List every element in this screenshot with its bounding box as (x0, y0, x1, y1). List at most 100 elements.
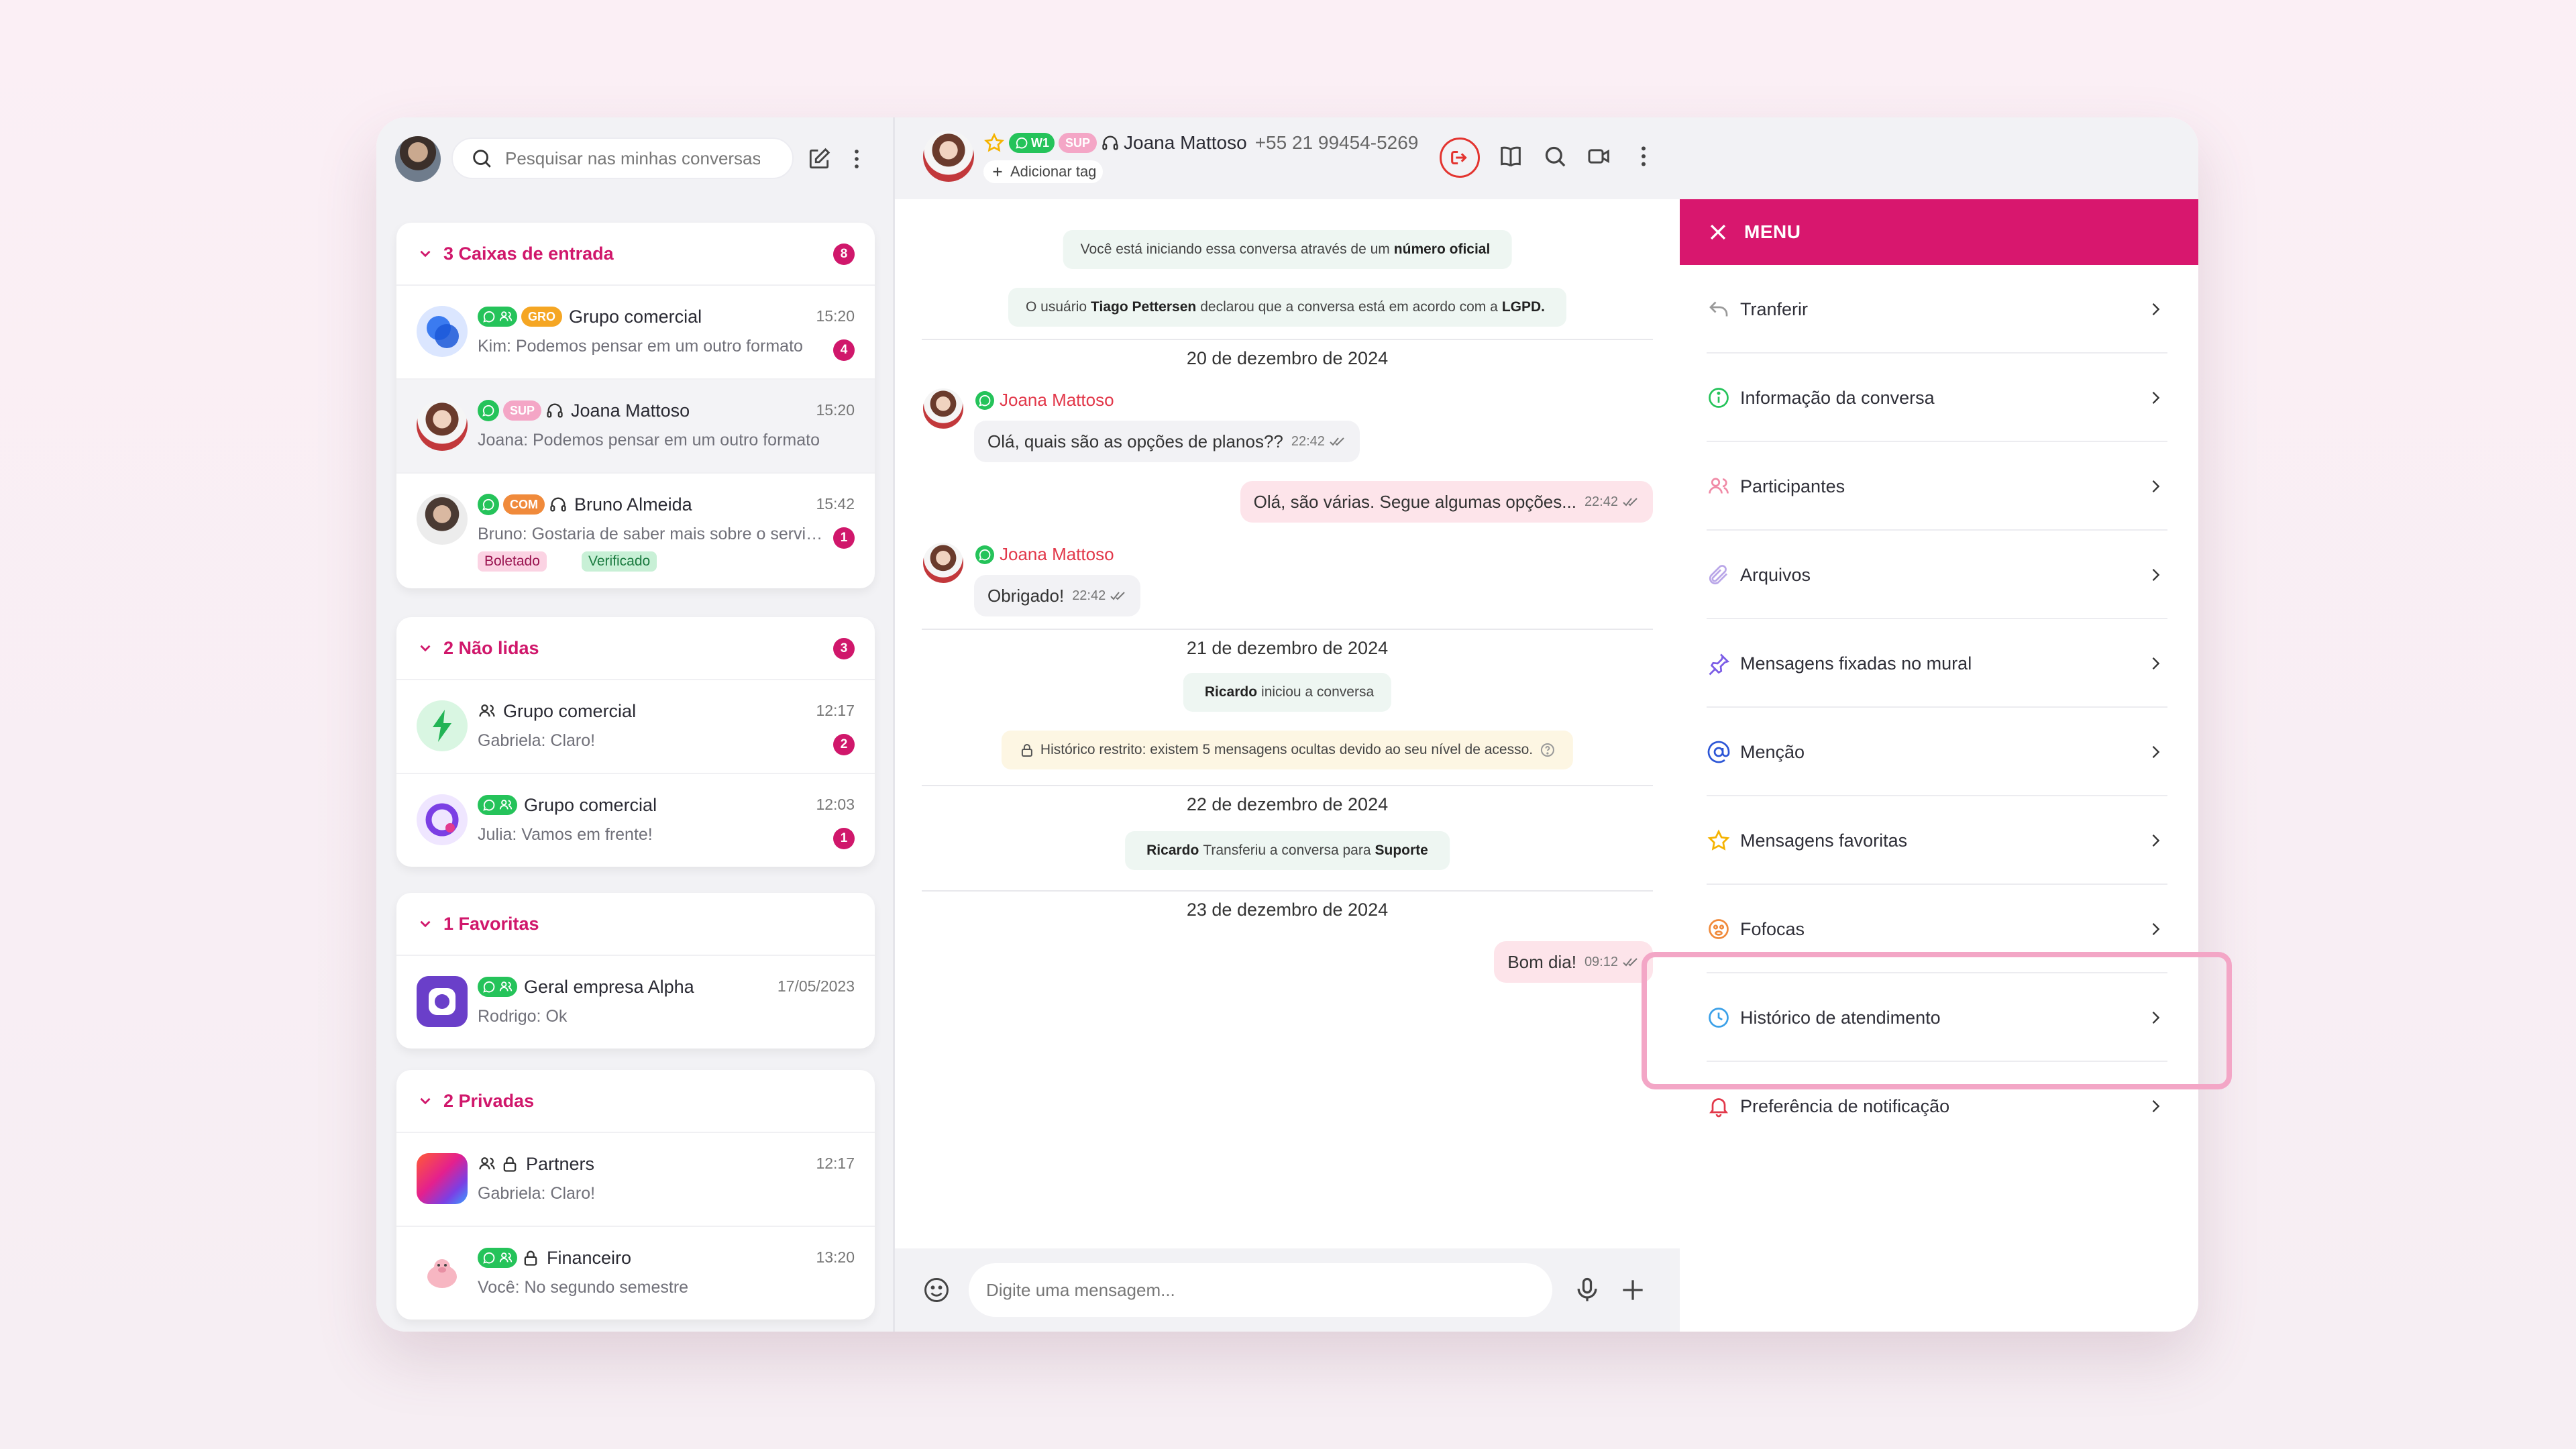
tag-badge: GRO (521, 307, 563, 327)
conversation-item[interactable]: Geral empresa Alpha 17/05/2023 Rodrigo: … (396, 955, 875, 1049)
conversation-item[interactable]: COM Bruno Almeida 15:42 Bruno: Gostaria … (396, 472, 875, 588)
group-nao-lidas: 2 Não lidas 3 Grupo comercial 12:17 Gabr… (396, 617, 875, 867)
add-tag-label: Adicionar tag (1010, 163, 1097, 180)
group-caixas-de-entrada: 3 Caixas de entrada 8 GRO Grupo comercia… (396, 223, 875, 588)
menu-item-mencao[interactable]: Menção (1680, 708, 2198, 796)
conversation-name: Geral empresa Alpha (524, 976, 694, 997)
conversation-item-selected[interactable]: SUP Joana Mattoso 15:20 Joana: Podemos p… (396, 378, 875, 472)
close-icon[interactable] (1707, 221, 1729, 244)
whatsapp-badge (478, 494, 499, 515)
message-text: Olá, são várias. Segue algumas opções... (1253, 491, 1576, 512)
system-message: O usuário Tiago Pettersen declarou que a c… (1008, 288, 1566, 327)
message-time: 22:42 (1291, 433, 1325, 449)
group-avatar (417, 794, 468, 845)
video-icon[interactable] (1586, 143, 1613, 173)
people-icon (1707, 474, 1731, 498)
conversation-title-row: GRO Grupo comercial 15:20 (478, 305, 855, 329)
emoji-icon[interactable] (922, 1275, 951, 1305)
menu-item-preferencia-notificacao[interactable]: Preferência de notificação (1680, 1062, 2198, 1150)
system-text-bold: LGPD. (1501, 299, 1545, 315)
help-icon[interactable] (1540, 742, 1556, 758)
conversation-preview: Gabriela: Claro! (478, 1184, 596, 1203)
double-check-icon (1623, 958, 1638, 967)
lock-icon (500, 1155, 519, 1173)
system-text-bold: Tiago Pettersen (1091, 299, 1197, 315)
add-tag-button[interactable]: Adicionar tag (983, 160, 1104, 183)
whatsapp-icon (483, 981, 495, 993)
whatsapp-icon (483, 1252, 495, 1264)
group-header[interactable]: 3 Caixas de entrada 8 (396, 223, 875, 284)
conversation-preview: Rodrigo: Ok (478, 1007, 568, 1026)
star-icon[interactable] (983, 132, 1005, 154)
conversation-item[interactable]: Partners 12:17 Gabriela: Claro! (396, 1132, 875, 1226)
chevron-down-icon (420, 1097, 431, 1105)
conversation-item[interactable]: Grupo comercial 12:17 Gabriela: Claro! 2 (396, 679, 875, 773)
menu-header: MENU (1680, 199, 2198, 265)
menu-item-mensagens-favoritas[interactable]: Mensagens favoritas (1680, 796, 2198, 885)
chat-panel: W1 SUP Joana Mattoso +55 21 99454-5269 A… (895, 117, 1680, 1332)
channel-label: W1 (1031, 136, 1049, 150)
message-bubble-outgoing[interactable]: Bom dia! 09:12 (1494, 941, 1653, 983)
menu-item-historico-de-atendimento[interactable]: Histórico de atendimento (1680, 973, 2198, 1062)
menu-item-arquivos[interactable]: Arquivos (1680, 531, 2198, 619)
user-avatar[interactable] (395, 136, 441, 182)
menu-item-participantes[interactable]: Participantes (1680, 442, 2198, 531)
restricted-history-notice: Histórico restrito: existem 5 mensagens … (1001, 731, 1574, 769)
conversation-title-row: Partners 12:17 (478, 1152, 855, 1176)
people-icon (478, 702, 496, 720)
headset-icon (545, 401, 564, 420)
system-text: O usuário (1026, 299, 1087, 315)
chat-actions (1440, 138, 1657, 178)
conversation-preview: Bruno: Gostaria de saber mais sobre o se… (478, 525, 823, 543)
plus-icon (993, 167, 1002, 176)
divider (922, 339, 1653, 340)
whatsapp-icon (979, 549, 991, 561)
headset-icon (1101, 133, 1120, 152)
group-header[interactable]: 1 Favoritas (396, 893, 875, 955)
conversation-item[interactable]: GRO Grupo comercial 15:20 Kim: Podemos p… (396, 284, 875, 378)
conversation-time: 12:17 (816, 1155, 855, 1172)
plus-icon[interactable] (1618, 1275, 1648, 1305)
conversation-time: 13:20 (816, 1248, 855, 1266)
more-vertical-icon[interactable] (842, 144, 871, 174)
app-window: 3 Caixas de entrada 8 GRO Grupo comercia… (376, 117, 2198, 1332)
menu-item-transferir[interactable]: Tranferir (1680, 265, 2198, 354)
microphone-icon[interactable] (1572, 1275, 1602, 1305)
reply-icon (1707, 297, 1731, 321)
search-input[interactable] (505, 148, 760, 169)
search-box[interactable] (451, 138, 794, 179)
count-badge: 8 (833, 244, 855, 265)
date-separator: 22 de dezembro de 2024 (1186, 794, 1389, 814)
group-avatar (417, 976, 468, 1027)
message-text: Olá, quais são as opções de planos?? (987, 431, 1283, 451)
date-separator: 21 de dezembro de 2024 (1186, 638, 1389, 658)
compose-icon[interactable] (804, 144, 834, 174)
message-bubble-incoming[interactable]: Olá, quais são as opções de planos?? 22:… (974, 421, 1360, 462)
menu-item-fofocas[interactable]: Fofocas (1680, 885, 2198, 973)
menu-item-label: Menção (1740, 741, 1805, 762)
book-icon[interactable] (1497, 143, 1524, 173)
tag-badge: SUP (503, 400, 542, 421)
group-header[interactable]: 2 Não lidas 3 (396, 617, 875, 679)
contact-phone: +55 21 99454-5269 (1254, 132, 1419, 153)
menu-item-mensagens-fixadas[interactable]: Mensagens fixadas no mural (1680, 619, 2198, 708)
message-bubble-incoming[interactable]: Obrigado! 22:42 (974, 575, 1141, 616)
message-list: Você está iniciando essa conversa atravé… (895, 199, 1680, 1246)
contact-avatar[interactable] (923, 131, 974, 182)
tag-badge: COM (503, 494, 545, 515)
message-bubble-outgoing[interactable]: Olá, são várias. Segue algumas opções...… (1240, 481, 1653, 523)
group-header[interactable]: 2 Privadas (396, 1070, 875, 1132)
label-chip[interactable]: Boletado (478, 551, 547, 572)
search-icon (473, 150, 491, 168)
menu-item-informacao[interactable]: Informação da conversa (1680, 354, 2198, 442)
conversation-item[interactable]: Financeiro 13:20 Você: No segundo semest… (396, 1226, 875, 1320)
label-chip[interactable]: Verificado (582, 551, 657, 572)
message-input[interactable] (969, 1263, 1552, 1317)
chevron-right-icon (2152, 923, 2160, 935)
more-vertical-icon[interactable] (1630, 143, 1657, 173)
people-icon (499, 981, 513, 991)
exit-conversation-button[interactable] (1440, 138, 1480, 178)
conversation-item[interactable]: Grupo comercial 12:03 Julia: Vamos em fr… (396, 773, 875, 867)
contact-name: Joana Mattoso (1124, 132, 1247, 153)
search-icon[interactable] (1542, 143, 1568, 173)
